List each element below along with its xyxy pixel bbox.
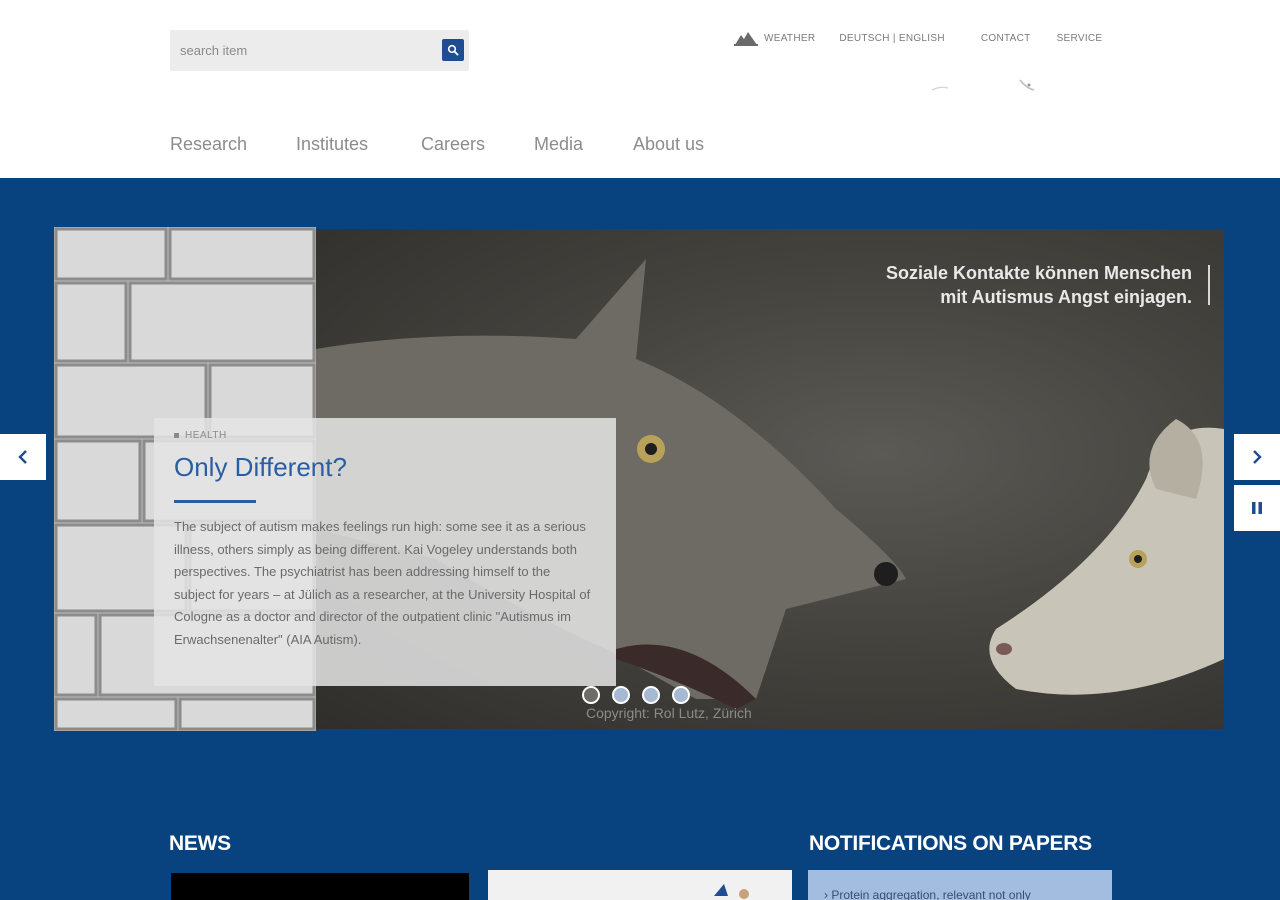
pause-icon [1252, 502, 1262, 514]
utility-links: WEATHER DEUTSCH | ENGLISH CONTACT SERVIC… [734, 30, 1102, 46]
nav-careers[interactable]: Careers [421, 134, 485, 155]
image-copyright: Copyright: Rol Lutz, Zürich [586, 705, 752, 721]
contact-link[interactable]: CONTACT [981, 33, 1031, 44]
slide-title[interactable]: Only Different? [174, 452, 347, 483]
slider-pause-button[interactable] [1234, 485, 1280, 531]
slider-pagination [582, 686, 690, 704]
weather-icon [734, 32, 758, 46]
hero-slider: Soziale Kontakte können Menschen mit Aut… [54, 227, 1224, 731]
language-switch[interactable]: DEUTSCH | ENGLISH [839, 33, 945, 44]
slide-text: The subject of autism makes feelings run… [174, 519, 591, 647]
news-card-image[interactable] [488, 870, 792, 900]
search-icon [447, 44, 459, 56]
slide-caption[interactable]: HEALTH Only Different? The subject of au… [154, 418, 616, 686]
title-underline [174, 500, 256, 503]
nav-about-us[interactable]: About us [633, 134, 704, 155]
search-button[interactable] [442, 39, 464, 61]
nav-research[interactable]: Research [170, 134, 247, 155]
news-heading: NEWS [169, 832, 231, 855]
nav-media[interactable]: Media [534, 134, 583, 155]
notifications-list: › Protein aggregation, relevant not only [808, 870, 1112, 900]
weather-link[interactable]: WEATHER [734, 30, 815, 46]
slider-dot[interactable] [582, 686, 600, 704]
search-box [170, 30, 469, 71]
slider-next-button[interactable] [1234, 434, 1280, 480]
slider-dot[interactable] [672, 686, 690, 704]
logo-mark[interactable] [930, 76, 1040, 98]
notifications-heading: NOTIFICATIONS ON PAPERS [809, 832, 1092, 855]
nav-institutes[interactable]: Institutes [296, 134, 368, 155]
news-card-logo [714, 884, 749, 899]
service-link[interactable]: SERVICE [1057, 33, 1103, 44]
category-marker [174, 433, 179, 438]
chevron-right-icon [1253, 450, 1262, 464]
weather-label: WEATHER [764, 32, 816, 44]
news-card-video[interactable] [171, 873, 469, 900]
category-label: HEALTH [185, 430, 227, 441]
slider-dot[interactable] [612, 686, 630, 704]
slide-quote: Soziale Kontakte können Menschen mit Aut… [885, 263, 1192, 307]
site-header: WEATHER DEUTSCH | ENGLISH CONTACT SERVIC… [0, 0, 1280, 178]
quote-bar [1208, 265, 1210, 305]
slide-category: HEALTH [174, 430, 227, 441]
notification-item[interactable]: › Protein aggregation, relevant not only [824, 888, 1031, 900]
chevron-left-icon [18, 450, 27, 464]
search-input[interactable] [180, 40, 430, 60]
slider-dot[interactable] [642, 686, 660, 704]
slider-prev-button[interactable] [0, 434, 46, 480]
